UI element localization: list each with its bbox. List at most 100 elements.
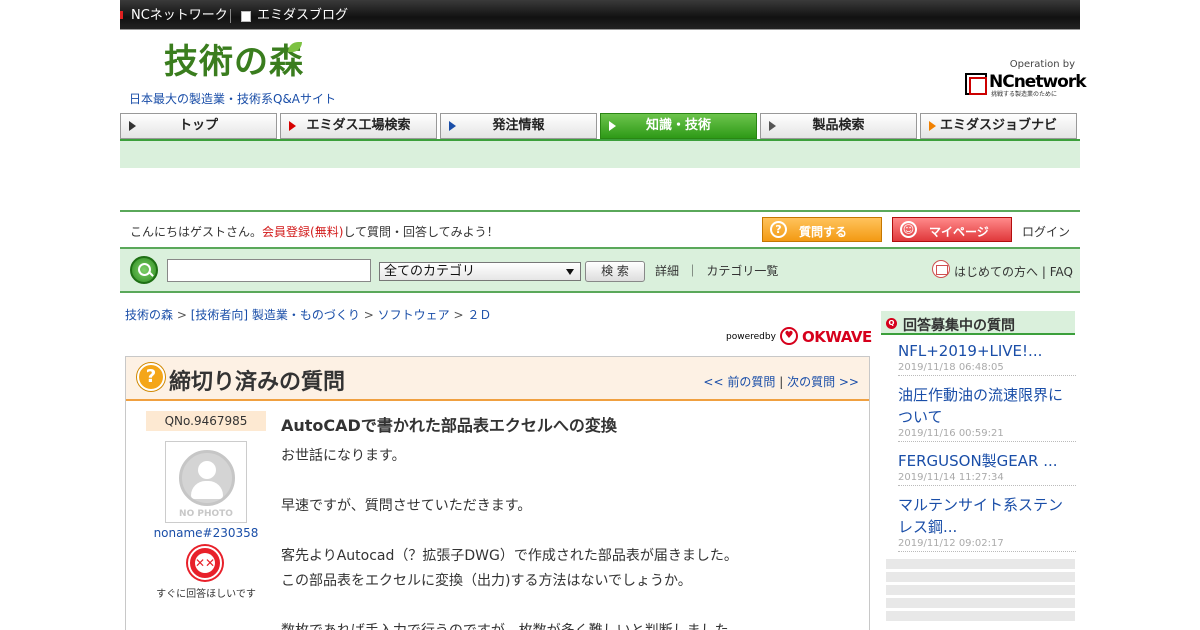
- nav-tab-job-navi[interactable]: エミダスジョブナビ: [920, 113, 1077, 139]
- register-link[interactable]: 会員登録(無料): [262, 225, 343, 239]
- body-line: 客先よりAutocad（？拡張子DWG）で作成された部品表が届きました。: [281, 548, 738, 564]
- powered-by-label: poweredby: [726, 332, 776, 342]
- list-item: FERGUSON製GEAR ... 2019/11/14 11:27:34: [898, 450, 1076, 486]
- body-line: 早速ですが、質問させていただきます。: [281, 498, 532, 514]
- search-input[interactable]: [167, 259, 371, 282]
- loading-placeholder: [886, 598, 1075, 608]
- nc-network-link[interactable]: NCネットワーク: [131, 8, 228, 24]
- advanced-search-link[interactable]: 詳細: [655, 264, 679, 278]
- question-pager: << 前の質問 | 次の質問 >>: [703, 373, 859, 390]
- loading-placeholder: [886, 611, 1075, 621]
- breadcrumb-software[interactable]: ソフトウェア: [378, 308, 450, 322]
- open-questions-title: 回答募集中の質問: [903, 318, 1015, 334]
- open-question-link[interactable]: FERGUSON製GEAR ...: [898, 450, 1076, 472]
- nav-tab-factory-search[interactable]: エミダス工場検索: [280, 113, 437, 139]
- nav-tab-knowledge[interactable]: 知識・技術: [600, 113, 757, 139]
- emidas-blog-link[interactable]: エミダスブログ: [257, 8, 348, 24]
- chevron-down-icon: [566, 269, 574, 275]
- login-link[interactable]: ログイン: [1022, 223, 1070, 240]
- open-question-date: 2019/11/16 00:59:21: [898, 428, 1004, 439]
- nav-tab-products[interactable]: 製品検索: [760, 113, 917, 139]
- nc-logo-icon: [965, 73, 987, 95]
- help-links: はじめての方へ | FAQ: [954, 263, 1073, 280]
- search-button[interactable]: 検 索: [585, 261, 645, 282]
- nav-tab-top[interactable]: トップ: [120, 113, 277, 139]
- breadcrumb: 技術の森 > [技術者向] 製造業・ものづくり > ソフトウェア > ２Ｄ: [125, 306, 491, 323]
- user-icon: ☺: [900, 221, 917, 238]
- breadcrumb-separator: >: [176, 308, 191, 322]
- breadcrumb-separator: >: [363, 308, 378, 322]
- body-line: [281, 469, 851, 494]
- open-question-date: 2019/11/14 11:27:34: [898, 472, 1004, 483]
- mypage-button[interactable]: ☺ マイページ: [892, 217, 1012, 242]
- list-item: マルテンサイト系ステンレス鋼... 2019/11/12 09:02:17: [898, 494, 1076, 552]
- divider: |: [779, 375, 784, 389]
- operation-by-label: Operation by: [1009, 59, 1075, 70]
- prev-question-link[interactable]: << 前の質問: [703, 375, 775, 389]
- body-line: [281, 519, 851, 544]
- open-question-date: 2019/11/18 06:48:05: [898, 362, 1004, 373]
- question-panel-header: ? 締切り済みの質問 << 前の質問 | 次の質問 >>: [126, 357, 869, 401]
- sub-nav-band: [120, 139, 1080, 168]
- loading-placeholder: [886, 572, 1075, 582]
- search-links: 詳細 ｜ カテゴリ一覧: [655, 262, 778, 279]
- avatar: NO PHOTO: [165, 441, 247, 523]
- top-network-bar: NCネットワーク エミダスブログ: [120, 0, 1080, 30]
- body-line: 数枚であれば手入力で行うのですが、枚数が多く難しいと判断しました。: [281, 619, 851, 630]
- nav-tab-label: 製品検索: [812, 118, 865, 133]
- nav-tab-label: エミダス工場検索: [306, 118, 411, 133]
- user-name-link[interactable]: noname#230358: [126, 526, 286, 540]
- body-line: お世話になります。: [281, 448, 406, 464]
- page: NCネットワーク エミダスブログ 技術の森 日本最大の製造業・技術系Q&Aサイト…: [120, 0, 1087, 630]
- category-list-link[interactable]: カテゴリ一覧: [706, 264, 778, 278]
- nav-tab-orders[interactable]: 発注情報: [440, 113, 597, 139]
- open-question-link[interactable]: NFL+2019+LIVE!...: [898, 340, 1076, 362]
- mypage-button-label: マイページ: [929, 225, 989, 239]
- question-title: AutoCADで書かれた部品表エクセルへの変換: [281, 416, 617, 435]
- open-question-link[interactable]: 油圧作動油の流速限界について: [898, 384, 1076, 428]
- mood-label: すぐに回答ほしいです: [156, 589, 256, 600]
- breadcrumb-manufacturing[interactable]: [技術者向] 製造業・ものづくり: [191, 308, 360, 322]
- question-number: QNo.9467985: [146, 411, 266, 431]
- breadcrumb-home[interactable]: 技術の森: [125, 308, 173, 322]
- body-line: [281, 594, 851, 619]
- red-marker-icon: [120, 11, 123, 19]
- search-bar: 全てのカテゴリ 検 索 詳細 ｜ カテゴリ一覧 はじめての方へ | FAQ: [120, 247, 1080, 293]
- divider: ｜: [682, 264, 703, 278]
- breadcrumb-separator: >: [453, 308, 468, 322]
- question-body: お世話になります。 早速ですが、質問させていただきます。 客先よりAutocad…: [281, 444, 851, 630]
- guest-greeting: こんにちはゲストさん。会員登録(無料)して質問・回答してみよう！: [130, 223, 499, 240]
- q-badge-icon: Q: [886, 318, 897, 329]
- list-item: 油圧作動油の流速限界について 2019/11/16 00:59:21: [898, 384, 1076, 442]
- greeting-suffix: して質問・回答してみよう！: [343, 225, 499, 239]
- question-panel: ? 締切り済みの質問 << 前の質問 | 次の質問 >> QNo.9467985…: [125, 356, 870, 630]
- question-mark-icon: ?: [137, 363, 165, 391]
- ask-question-button[interactable]: ? 質問する: [762, 217, 882, 242]
- site-tagline: 日本最大の製造業・技術系Q&Aサイト: [129, 92, 337, 106]
- divider: |: [1041, 265, 1046, 279]
- first-time-link[interactable]: はじめての方へ: [954, 265, 1038, 279]
- closed-question-heading: 締切り済みの質問: [169, 370, 346, 395]
- nc-network-logo[interactable]: NCnetwork 挑戦する製造業のために: [965, 72, 1087, 98]
- site-logo[interactable]: 技術の森: [164, 40, 304, 84]
- search-icon: [130, 256, 158, 284]
- nav-tab-label: トップ: [178, 118, 218, 133]
- question-icon: ?: [770, 221, 787, 238]
- category-select-value: 全てのカテゴリ: [384, 264, 476, 279]
- next-question-link[interactable]: 次の質問 >>: [787, 375, 859, 389]
- open-question-link[interactable]: マルテンサイト系ステンレス鋼...: [898, 494, 1076, 538]
- list-item: NFL+2019+LIVE!... 2019/11/18 06:48:05: [898, 340, 1076, 376]
- face-icon: ✕✕: [195, 553, 215, 573]
- urgent-mood-icon: ✕✕: [188, 546, 222, 580]
- loading-placeholder: [886, 559, 1075, 569]
- divider: [230, 9, 231, 23]
- open-questions-heading: Q 回答募集中の質問: [881, 311, 1075, 335]
- nc-logo-sub: 挑戦する製造業のために: [991, 91, 1058, 98]
- body-line: この部品表をエクセルに変換（出力)する方法はないでしょうか。: [281, 573, 692, 589]
- category-select[interactable]: 全てのカテゴリ: [379, 262, 581, 281]
- breadcrumb-2d[interactable]: ２Ｄ: [467, 308, 491, 322]
- faq-link[interactable]: FAQ: [1050, 265, 1073, 279]
- divider: [120, 210, 1080, 212]
- main-nav: トップ エミダス工場検索 発注情報 知識・技術 製品検索 エミダスジョブナビ: [120, 113, 1080, 139]
- greeting-prefix: こんにちはゲストさん。: [130, 225, 263, 239]
